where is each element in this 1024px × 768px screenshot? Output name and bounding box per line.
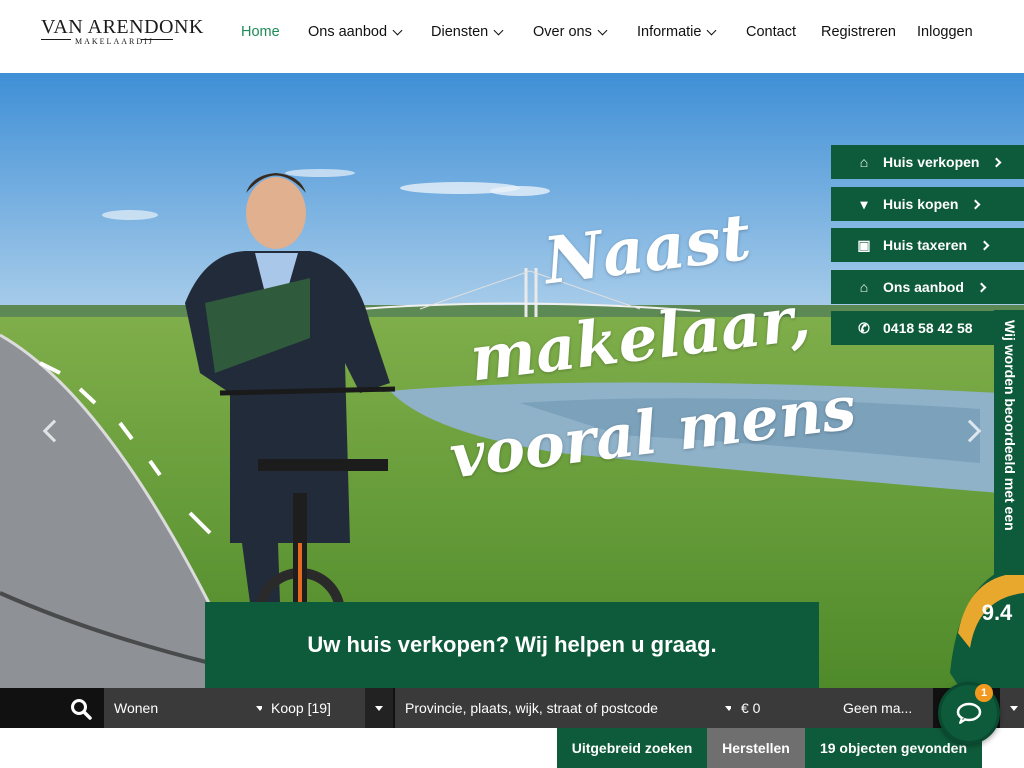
search-bar: Wonen Koop [19] Provincie, plaats, wijk,… <box>0 688 1024 728</box>
advanced-search-button[interactable]: Uitgebreid zoeken <box>557 728 707 768</box>
quick-link-huis-kopen[interactable]: ▾ Huis kopen <box>831 187 1024 221</box>
cart-icon: ▾ <box>860 195 868 212</box>
price-max-dropdown-icon[interactable] <box>1000 688 1024 728</box>
nav-registreren-label: Registreren <box>821 24 896 40</box>
location-input[interactable]: Provincie, plaats, wijk, straat of postc… <box>395 688 715 728</box>
nav-contact-label: Contact <box>746 24 796 40</box>
search-icon[interactable] <box>70 698 92 720</box>
quick-link-ons-aanbod[interactable]: ⌂ Ons aanbod <box>831 270 1024 304</box>
logo-brand: VAN ARENDONK <box>41 16 204 38</box>
phone-icon: ✆ <box>858 319 870 336</box>
nav-inloggen-label: Inloggen <box>917 24 973 40</box>
nav-diensten-label: Diensten <box>431 24 489 40</box>
quick-link-label: Huis verkopen <box>883 154 980 170</box>
site-logo[interactable]: VAN ARENDONK MAKELAARDIJ <box>41 12 203 48</box>
quick-link-huis-verkopen[interactable]: ⌂ Huis verkopen <box>831 145 1024 179</box>
home-icon: ⌂ <box>859 279 869 295</box>
chevron-right-icon <box>971 199 981 209</box>
chevron-down-icon <box>707 25 717 35</box>
review-score: 9.4 <box>981 600 1013 625</box>
nav-diensten[interactable]: Diensten <box>431 24 504 40</box>
review-text: Wij worden beoordeeld met een <box>1002 320 1018 531</box>
quick-link-label: Ons aanbod <box>883 279 964 295</box>
price-max-select[interactable]: Geen ma... <box>833 688 933 728</box>
chevron-down-icon <box>493 25 504 35</box>
quick-link-label: Huis taxeren <box>883 237 968 253</box>
chevron-right-icon <box>976 282 987 292</box>
site-header: VAN ARENDONK MAKELAARDIJ Home Ons aanbod… <box>0 0 1024 73</box>
nav-over-ons-label: Over ons <box>533 24 592 40</box>
logo-rule-left <box>41 39 71 40</box>
money-icon: ▣ <box>857 236 871 253</box>
mode-dropdown-icon[interactable] <box>365 688 393 728</box>
location-dropdown-handle[interactable] <box>715 688 733 728</box>
nav-over-ons[interactable]: Over ons <box>533 24 608 40</box>
chevron-right-icon <box>992 157 1002 167</box>
home-icon: ⌂ <box>859 154 869 170</box>
chat-badge: 1 <box>975 684 993 702</box>
nav-registreren[interactable]: Registreren <box>821 24 896 40</box>
nav-home[interactable]: Home <box>241 24 280 40</box>
phone-number: 0418 58 42 58 <box>883 320 973 336</box>
nav-ons-aanbod-label: Ons aanbod <box>308 24 388 40</box>
reset-button[interactable]: Herstellen <box>707 728 805 768</box>
nav-informatie[interactable]: Informatie <box>637 24 717 40</box>
nav-contact[interactable]: Contact <box>746 24 796 40</box>
banner-text: Uw huis verkopen? Wij helpen u graag. <box>307 632 717 657</box>
type-dropdown-handle[interactable] <box>246 688 264 728</box>
nav-home-label: Home <box>241 24 280 40</box>
nav-informatie-label: Informatie <box>637 24 702 40</box>
chevron-down-icon <box>392 25 403 35</box>
hero-banner: Uw huis verkopen? Wij helpen u graag. <box>205 602 819 688</box>
nav-ons-aanbod[interactable]: Ons aanbod <box>308 24 403 40</box>
nav-inloggen[interactable]: Inloggen <box>917 24 973 40</box>
quick-link-huis-taxeren[interactable]: ▣ Huis taxeren <box>831 228 1024 262</box>
logo-rule-right <box>141 39 173 40</box>
type-select[interactable]: Wonen <box>104 688 246 728</box>
price-min-select[interactable]: € 0 <box>731 688 833 728</box>
chevron-down-icon <box>597 25 608 35</box>
chevron-right-icon <box>979 240 990 250</box>
mode-select[interactable]: Koop [19] <box>262 688 365 728</box>
quick-link-label: Huis kopen <box>883 196 959 212</box>
quick-link-phone[interactable]: ✆ 0418 58 42 58 <box>831 311 994 345</box>
